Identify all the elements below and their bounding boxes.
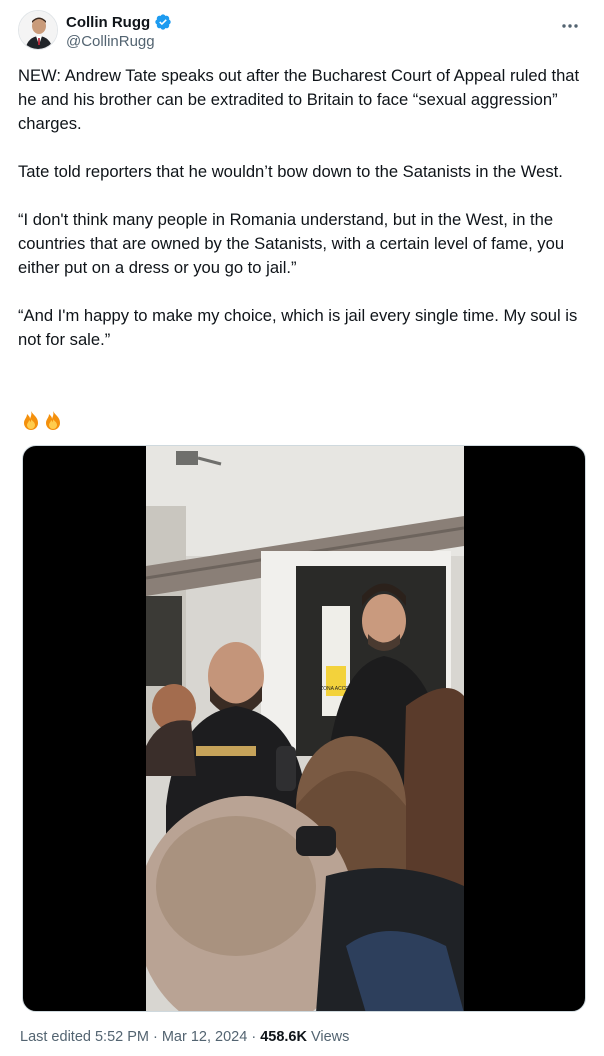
tweet-paragraph: “I don't think many people in Romania un…: [18, 210, 569, 277]
avatar[interactable]: [18, 10, 58, 50]
fire-icon: [42, 410, 64, 432]
video-player[interactable]: ZONA ACCES: [22, 445, 586, 1012]
emoji-row: [20, 410, 64, 434]
fire-icon: [20, 410, 42, 432]
views-count: 458.6K: [260, 1029, 307, 1045]
display-name[interactable]: Collin Rugg: [66, 14, 150, 31]
display-name-row: Collin Rugg: [66, 12, 172, 32]
handle[interactable]: @CollinRugg: [66, 33, 172, 50]
verified-badge-icon: [154, 13, 172, 31]
video-frame: ZONA ACCES: [146, 446, 464, 1011]
tweet-paragraph: NEW: Andrew Tate speaks out after the Bu…: [18, 66, 584, 133]
author-names: Collin Rugg @CollinRugg: [66, 12, 172, 50]
tweet-paragraph: Tate told reporters that he wouldn’t bow…: [18, 162, 563, 181]
more-options-icon[interactable]: [560, 16, 580, 36]
views-label: Views: [306, 1029, 350, 1045]
video-still: ZONA ACCES: [146, 446, 464, 1011]
tweet-paragraph: “And I'm happy to make my choice, which …: [18, 306, 582, 349]
edited-timestamp[interactable]: Last edited 5:52 PM · Mar 12, 2024 ·: [20, 1029, 260, 1045]
tweet-footer: Last edited 5:52 PM · Mar 12, 2024 · 458…: [20, 1029, 349, 1045]
tweet-text: NEW: Andrew Tate speaks out after the Bu…: [18, 64, 588, 376]
tweet-header: Collin Rugg @CollinRugg: [18, 10, 588, 54]
